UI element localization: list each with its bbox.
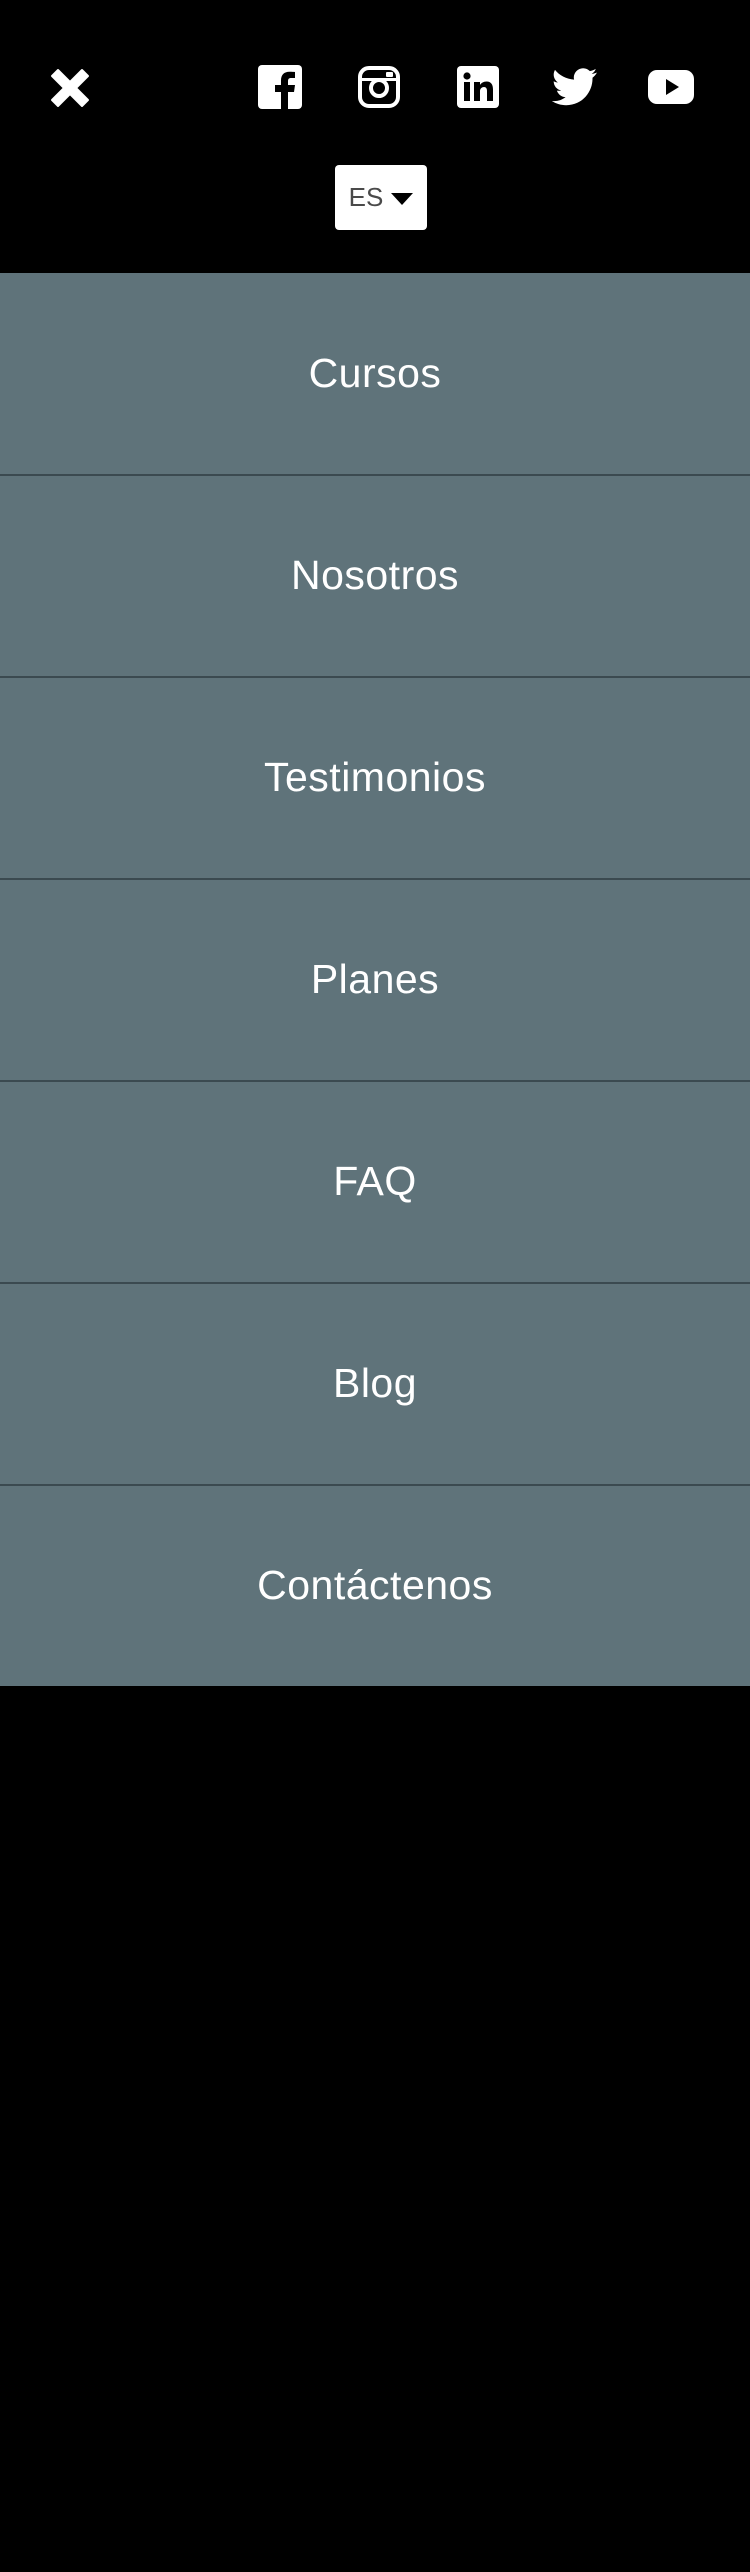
menu-item-blog[interactable]: Blog <box>0 1283 750 1484</box>
menu-item-label: Nosotros <box>290 552 460 598</box>
linkedin-link[interactable] <box>453 62 503 112</box>
linkedin-icon <box>457 66 499 108</box>
caret-down-icon <box>391 192 414 205</box>
close-icon <box>51 69 89 107</box>
mobile-nav-header: ES <box>0 0 750 273</box>
menu-item-label: Cursos <box>308 350 442 396</box>
menu-item-label: Contáctenos <box>257 1562 493 1608</box>
language-selector[interactable]: ES <box>335 165 427 230</box>
menu-item-testimonios[interactable]: Testimonios <box>0 677 750 878</box>
menu-item-label: Planes <box>310 956 440 1002</box>
main-menu: Cursos Nosotros Testimonios Planes FAQ B… <box>0 273 750 1686</box>
instagram-icon <box>358 66 400 108</box>
twitter-icon <box>552 68 597 106</box>
twitter-link[interactable] <box>550 62 600 112</box>
menu-item-planes[interactable]: Planes <box>0 879 750 1080</box>
language-label: ES <box>348 182 384 212</box>
instagram-link[interactable] <box>354 62 404 112</box>
menu-item-nosotros[interactable]: Nosotros <box>0 475 750 676</box>
menu-item-label: Blog <box>332 1360 418 1406</box>
menu-item-label: Testimonios <box>264 754 486 800</box>
facebook-icon <box>258 65 302 109</box>
youtube-icon <box>648 70 694 104</box>
menu-item-contactenos[interactable]: Contáctenos <box>0 1485 750 1686</box>
facebook-link[interactable] <box>255 62 305 112</box>
menu-item-faq[interactable]: FAQ <box>0 1081 750 1282</box>
menu-item-cursos[interactable]: Cursos <box>0 273 750 474</box>
close-menu-button[interactable] <box>44 62 96 114</box>
menu-item-label: FAQ <box>333 1158 417 1204</box>
youtube-link[interactable] <box>646 62 696 112</box>
